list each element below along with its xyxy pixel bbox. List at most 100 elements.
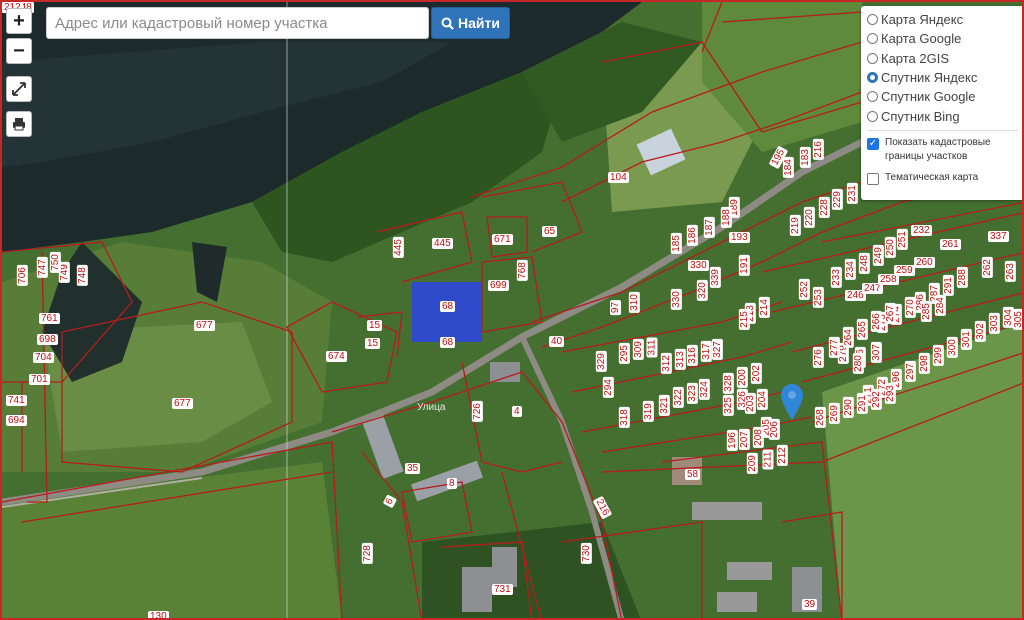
plot-label: 307: [870, 342, 882, 363]
plot-label: 316: [686, 345, 698, 366]
plot-label: 220: [803, 207, 815, 228]
plot-label: 277: [828, 337, 840, 358]
plot-label: 318: [618, 407, 630, 428]
plot-label: 268: [814, 407, 826, 428]
plot-label: 266: [870, 311, 882, 332]
plot-label: 208: [752, 427, 764, 448]
plot-label: 130: [148, 611, 169, 620]
plot-label: 445: [392, 237, 404, 258]
checkbox-unchecked-icon[interactable]: [867, 172, 879, 185]
layer-option[interactable]: Карта 2GIS: [867, 49, 1018, 68]
plot-label: 35: [405, 463, 421, 474]
fullscreen-button[interactable]: [6, 76, 32, 102]
plot-label: 207: [738, 429, 750, 450]
plot-label: 264: [842, 327, 854, 348]
plot-label: 284: [934, 295, 946, 316]
plot-label: 209: [746, 453, 758, 474]
plot-label: 290: [842, 397, 854, 418]
plot-label: 701: [29, 374, 50, 385]
plot-label: 677: [172, 398, 193, 409]
plot-label: 741: [6, 395, 27, 406]
plot-label: 768: [516, 260, 528, 281]
plot-label: 291: [856, 393, 868, 414]
plot-label: 212: [776, 445, 788, 466]
radio-selected-icon[interactable]: [867, 72, 878, 84]
plot-label: 65: [542, 226, 558, 237]
thematic-toggle-label: Тематическая карта: [885, 171, 979, 183]
plot-label: 185: [670, 233, 682, 254]
plot-label: 323: [686, 383, 698, 404]
search-icon: [441, 17, 454, 30]
radio-icon[interactable]: [867, 52, 878, 64]
plot-label: 97: [610, 299, 622, 316]
zoom-in-button[interactable]: +: [6, 8, 32, 34]
search-input[interactable]: [46, 7, 429, 39]
layer-switcher: Карта Яндекс Карта Google Карта 2GIS Спутни…: [861, 6, 1022, 200]
plot-label: 330: [670, 289, 682, 310]
divider: [867, 129, 1018, 131]
satellite-map[interactable]: 104 445 445 671 65 68 68 677 677 674 15 15 40 726 4 35 8…: [0, 0, 1024, 620]
layer-option[interactable]: Спутник Яндекс: [867, 68, 1018, 87]
zoom-out-button[interactable]: −: [6, 38, 32, 64]
plot-label: 58: [685, 469, 701, 480]
plot-label: 214: [758, 297, 770, 318]
plot-label: 328: [722, 373, 734, 394]
plot-label: 677: [194, 320, 215, 331]
plot-label: 228: [818, 197, 830, 218]
plot-label: 15: [365, 338, 381, 349]
radio-icon[interactable]: [867, 14, 878, 26]
plot-label: 310: [628, 292, 640, 313]
layer-option-label: Спутник Google: [881, 89, 976, 105]
plot-label: 219: [789, 215, 801, 236]
plot-label: 252: [798, 279, 810, 300]
street-label: Улица: [417, 402, 446, 413]
layer-option[interactable]: Спутник Bing: [867, 106, 1018, 125]
plot-label: 196: [726, 430, 738, 451]
print-button[interactable]: [6, 111, 32, 137]
radio-icon[interactable]: [867, 91, 878, 103]
plot-label: 698: [37, 334, 58, 345]
plot-label: 694: [6, 415, 27, 426]
checkbox-checked-icon[interactable]: ✓: [867, 137, 879, 150]
plot-label: 305: [1012, 309, 1024, 330]
plot-label: 302: [974, 321, 986, 342]
plot-label: 184: [782, 157, 794, 178]
cadastral-toggle[interactable]: ✓ Показать кадастровые границы участков: [867, 136, 1018, 164]
layer-option[interactable]: Карта Яндекс: [867, 10, 1018, 29]
plot-label: 319: [642, 401, 654, 422]
plot-label: 269: [828, 403, 840, 424]
plot-label: 202: [750, 363, 762, 384]
plot-label: 191: [738, 255, 750, 276]
plot-label: 301: [960, 329, 972, 350]
plot-label: 261: [940, 239, 961, 250]
plot-label: 188: [720, 207, 732, 228]
layer-option-label: Спутник Bing: [881, 108, 960, 124]
print-icon: [13, 118, 25, 131]
radio-icon[interactable]: [867, 33, 878, 45]
plot-label: 303: [988, 313, 1000, 334]
layer-option[interactable]: Спутник Google: [867, 87, 1018, 106]
plot-label: 267: [884, 303, 896, 324]
plot-label: 706: [16, 265, 28, 286]
layer-option[interactable]: Карта Google: [867, 29, 1018, 48]
layer-option-label: Карта 2GIS: [881, 50, 950, 66]
plot-label: 297: [904, 361, 916, 382]
search-button[interactable]: Найти: [431, 7, 510, 39]
plot-label: 298: [918, 353, 930, 374]
plot-label: 674: [326, 351, 347, 362]
plot-label: 321: [658, 395, 670, 416]
plot-label: 313: [674, 349, 686, 370]
plot-label: 295: [618, 343, 630, 364]
location-marker-icon[interactable]: [781, 384, 803, 425]
cadastral-toggle-label: Показать кадастровые границы участков: [885, 136, 991, 162]
layer-option-label: Карта Яндекс: [881, 12, 964, 28]
radio-icon[interactable]: [867, 110, 878, 122]
thematic-toggle[interactable]: Тематическая карта: [867, 171, 1018, 185]
plot-label: 216: [812, 139, 824, 160]
plot-label: 270: [904, 297, 916, 318]
plot-label: 211: [762, 449, 774, 470]
plot-label: 445: [432, 238, 453, 249]
plot-label: 299: [932, 345, 944, 366]
plot-label: 232: [911, 225, 932, 236]
plot-label: 265: [856, 319, 868, 340]
